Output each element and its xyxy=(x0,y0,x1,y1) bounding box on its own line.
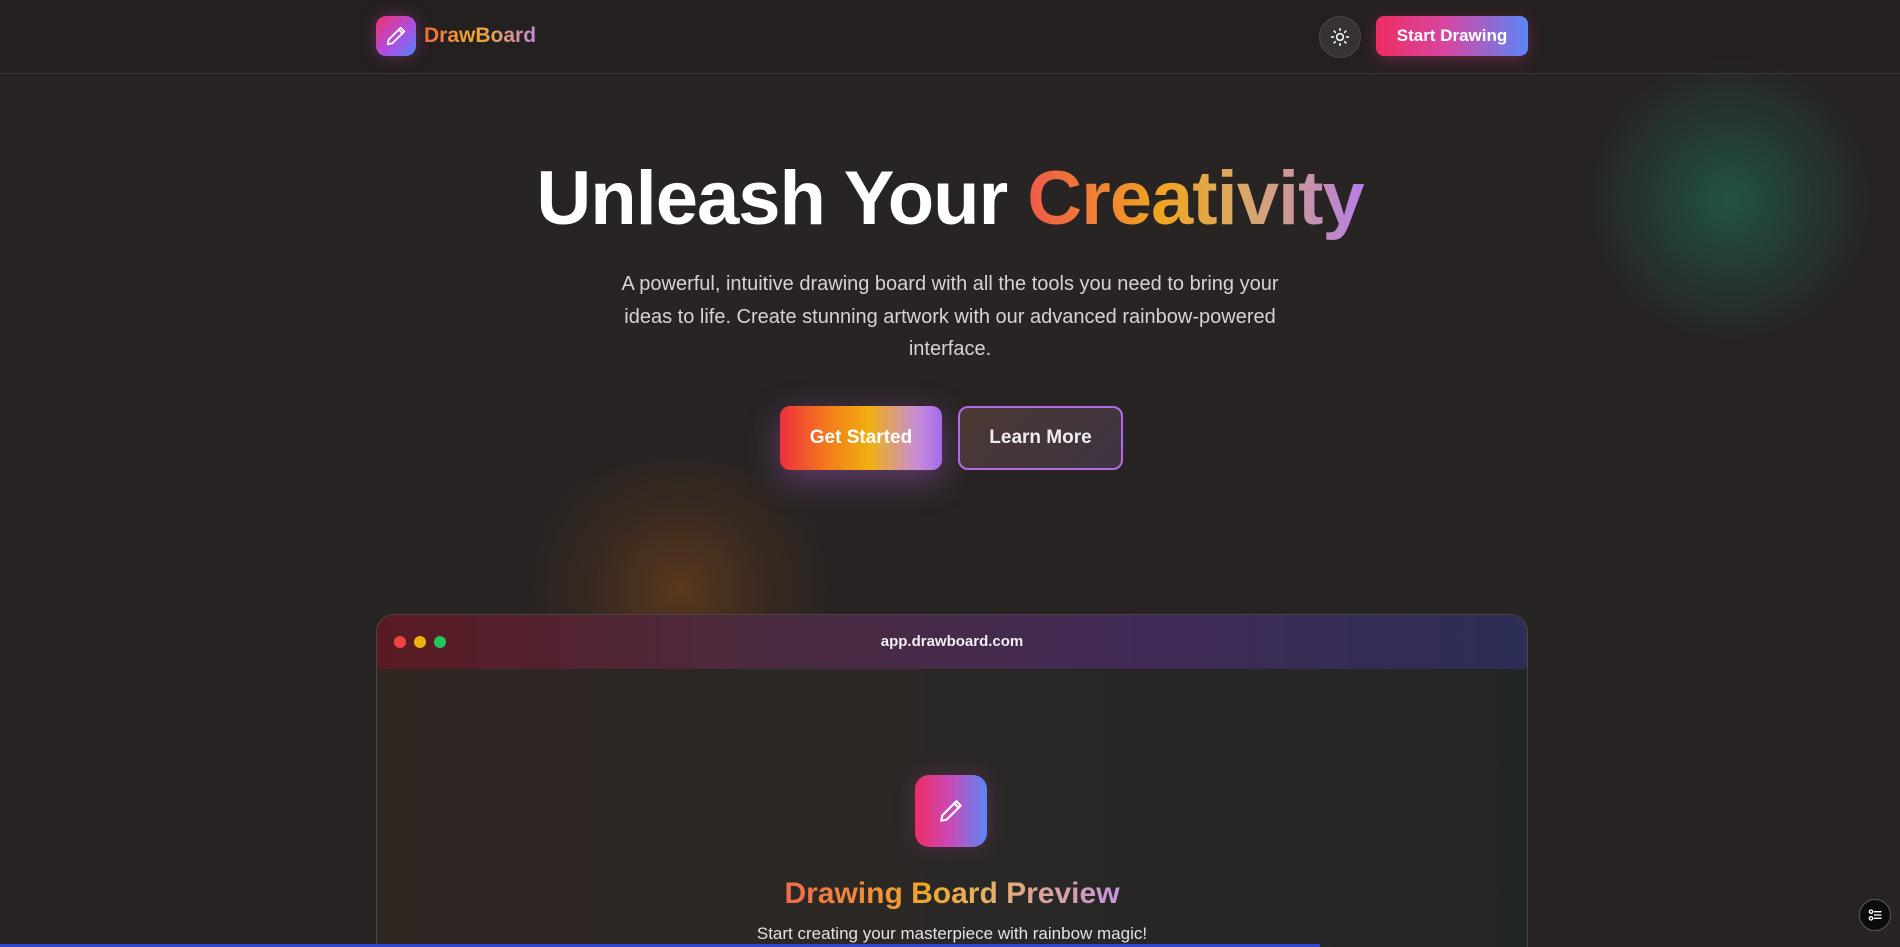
preview-window-bar: app.drawboard.com xyxy=(377,615,1527,669)
preview-logo xyxy=(915,775,987,847)
brand-link[interactable]: DrawBoard xyxy=(376,16,536,56)
floating-settings-button[interactable] xyxy=(1859,899,1891,931)
hero-title-accent: Creativity xyxy=(1027,156,1364,241)
pencil-icon xyxy=(940,800,962,822)
pencil-icon xyxy=(386,26,406,46)
start-drawing-button[interactable]: Start Drawing xyxy=(1376,16,1528,56)
hero-title: Unleash Your Creativity xyxy=(0,152,1900,246)
get-started-button[interactable]: Get Started xyxy=(780,406,942,470)
site-header: DrawBoard Start Drawing xyxy=(0,0,1900,74)
learn-more-button[interactable]: Learn More xyxy=(958,406,1123,470)
list-settings-icon xyxy=(1868,909,1882,921)
hero-subtitle: A powerful, intuitive drawing board with… xyxy=(621,273,1279,360)
drawing-board-preview: app.drawboard.com Drawing Board Preview … xyxy=(376,614,1528,947)
sun-icon xyxy=(1330,27,1350,47)
preview-title-text: Drawing Board Preview xyxy=(784,877,1120,910)
preview-title: Drawing Board Preview xyxy=(377,877,1527,911)
hero-title-plain: Unleash Your xyxy=(536,156,1028,241)
preview-url: app.drawboard.com xyxy=(880,633,1024,650)
preview-subtitle: Start creating your masterpiece with rai… xyxy=(756,924,1148,943)
brand-name: DrawBoard xyxy=(424,24,537,47)
brand-logo xyxy=(376,16,416,56)
theme-toggle-button[interactable] xyxy=(1319,16,1361,58)
